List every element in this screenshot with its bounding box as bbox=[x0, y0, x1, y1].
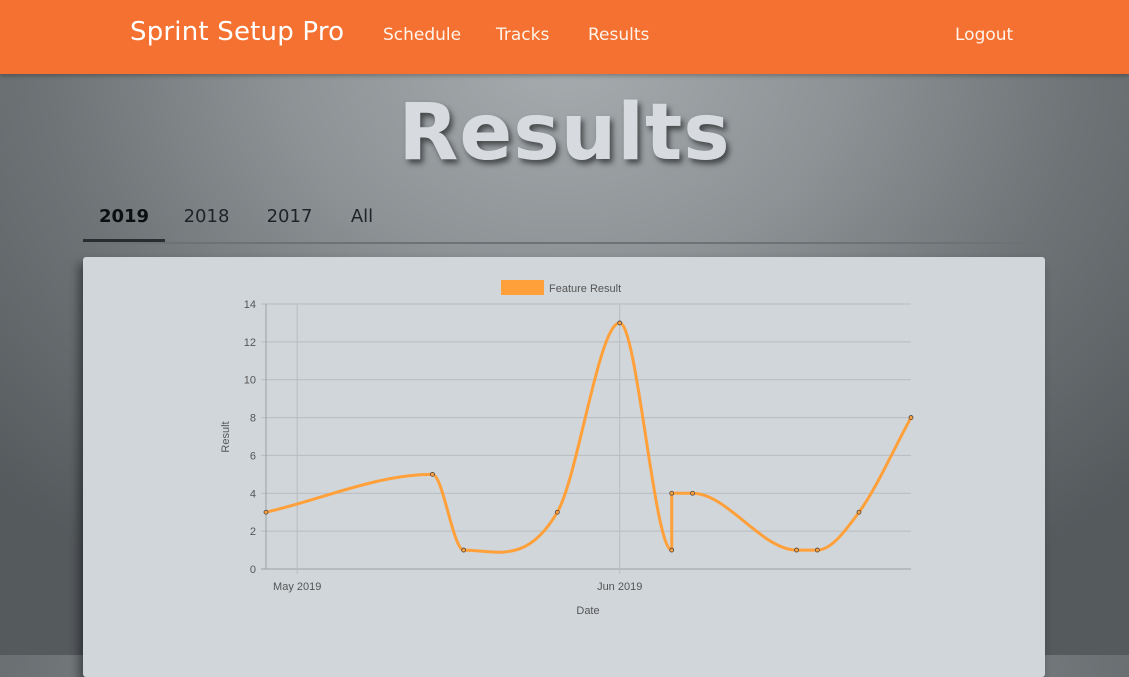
y-tick-label: 4 bbox=[250, 488, 256, 500]
chart-legend: Feature Result bbox=[501, 280, 621, 295]
tab-all[interactable]: All bbox=[331, 200, 393, 240]
data-point[interactable] bbox=[430, 471, 435, 477]
x-tick-label: Jun 2019 bbox=[597, 581, 642, 593]
data-point[interactable] bbox=[669, 547, 675, 553]
chart-gridlines bbox=[261, 303, 911, 574]
y-tick-label: 8 bbox=[250, 413, 256, 425]
series-points bbox=[263, 320, 914, 553]
legend-label: Feature Result bbox=[549, 283, 621, 295]
y-tick-label: 10 bbox=[244, 375, 256, 387]
nav-link-schedule[interactable]: Schedule bbox=[383, 25, 461, 45]
x-axis-label: Date bbox=[576, 605, 599, 617]
tab-2017[interactable]: 2017 bbox=[248, 200, 331, 240]
page-title: Results bbox=[398, 88, 731, 178]
y-tick-label: 6 bbox=[250, 450, 256, 462]
y-axis-label: Result bbox=[220, 421, 232, 452]
data-point[interactable] bbox=[617, 320, 623, 326]
y-tick-label: 12 bbox=[244, 337, 256, 349]
data-point[interactable] bbox=[690, 490, 695, 496]
year-tabs: 2019 2018 2017 All bbox=[83, 200, 1046, 244]
brand-logo[interactable]: Sprint Setup Pro bbox=[130, 17, 344, 47]
x-axis-ticks: May 2019 Jun 2019 bbox=[273, 581, 642, 593]
results-chart: Feature Result Result Date 0 2 4 6 8 10 12 14 M… bbox=[220, 280, 914, 617]
nav-link-results[interactable]: Results bbox=[588, 25, 649, 45]
y-axis-ticks: 0 2 4 6 8 10 12 14 bbox=[244, 299, 256, 576]
results-chart-card: Feature Result Result Date 0 2 4 6 8 10 12 14 M… bbox=[83, 257, 1045, 677]
data-point[interactable] bbox=[461, 547, 467, 553]
nav-link-tracks[interactable]: Tracks bbox=[496, 25, 549, 45]
data-point[interactable] bbox=[908, 415, 914, 420]
y-tick-label: 0 bbox=[250, 564, 256, 576]
tab-2019[interactable]: 2019 bbox=[83, 200, 165, 242]
data-point[interactable] bbox=[856, 509, 862, 515]
legend-swatch bbox=[501, 280, 544, 295]
data-point[interactable] bbox=[814, 547, 820, 553]
data-point[interactable] bbox=[554, 509, 560, 515]
navbar: Sprint Setup Pro Schedule Tracks Results… bbox=[0, 0, 1129, 74]
data-point[interactable] bbox=[263, 509, 269, 515]
data-point[interactable] bbox=[794, 547, 799, 553]
series-line-feature-result bbox=[265, 321, 913, 554]
y-tick-label: 14 bbox=[244, 299, 256, 311]
data-point[interactable] bbox=[669, 490, 675, 496]
logout-link[interactable]: Logout bbox=[955, 25, 1013, 45]
x-tick-label: May 2019 bbox=[273, 581, 321, 593]
tab-2018[interactable]: 2018 bbox=[165, 200, 248, 240]
y-tick-label: 2 bbox=[250, 526, 256, 538]
